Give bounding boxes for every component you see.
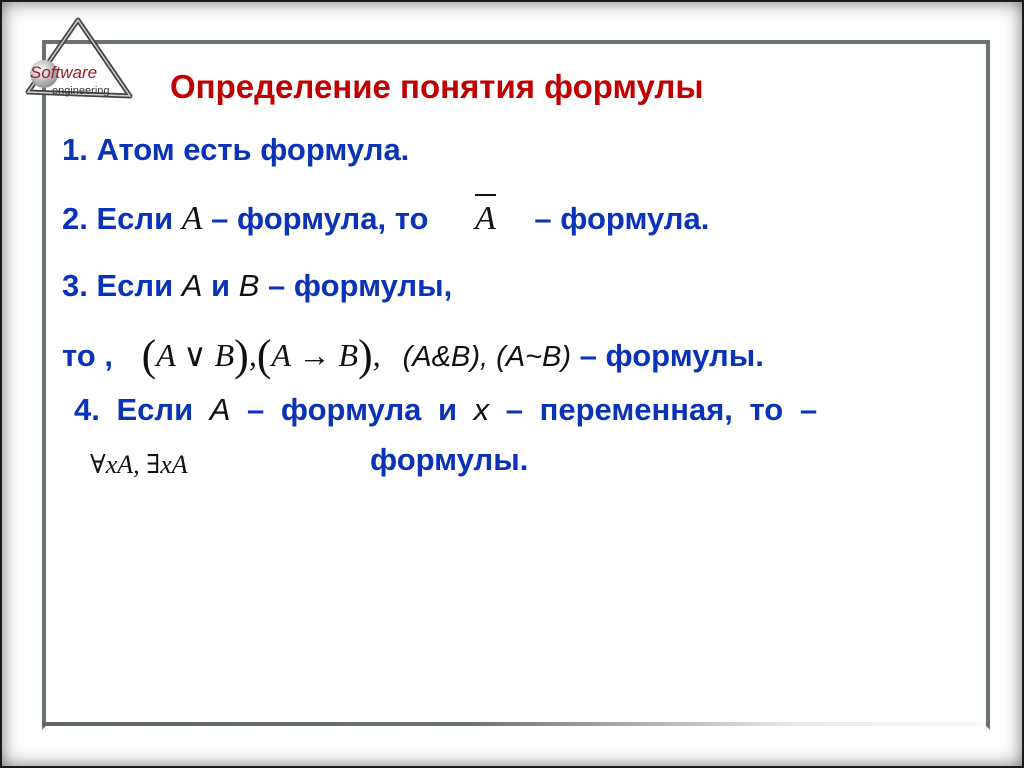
slide-title: Определение понятия формулы	[170, 68, 704, 105]
disjunction-text: A ∨ B	[156, 337, 235, 373]
item-2: 2. Если A – формула, то A – формула.	[62, 194, 710, 238]
item-3-prefix: 3. Если	[62, 268, 182, 303]
item-4-line-1: 4. Если A – формула и x – переменная, то…	[74, 392, 817, 428]
item-4-middle-1: – формула и	[230, 392, 474, 427]
item-3-var-a: A	[181, 268, 203, 303]
item-4-prefix: 4. Если	[74, 392, 210, 427]
formula-disjunction: (A ∨ B),	[141, 331, 257, 380]
item-4-var-a: A	[209, 392, 231, 427]
triangle-logo-icon: Software engineering	[25, 17, 133, 99]
logo-text-software: Software	[30, 63, 97, 82]
slide: Software engineering Определение понятия…	[2, 2, 1022, 766]
logo-text-engineering: engineering	[52, 85, 110, 97]
item-4-suffix: формулы.	[370, 442, 529, 477]
item-2-negation-a: A	[475, 194, 496, 237]
formula-conjunction-equivalence: (A&B), (A~B)	[402, 341, 572, 373]
implication-text: A → B	[271, 337, 358, 373]
item-2-suffix: – формула.	[525, 201, 710, 236]
software-engineering-logo: Software engineering	[22, 16, 142, 104]
item-2-middle: – формула, то	[202, 201, 438, 236]
item-3-line-2-prefix: то ,	[62, 338, 122, 373]
item-2-var-a: A	[181, 200, 203, 237]
item-3-and: и	[202, 268, 239, 303]
item-3-line-2: то , (A ∨ B),(A → B), (A&B), (A~B) – форм…	[62, 330, 764, 381]
formula-implication: (A → B),	[256, 331, 381, 380]
frame-bottom-edge	[42, 722, 990, 726]
item-3-line-1: 3. Если A и B – формулы,	[62, 268, 452, 304]
item-2-prefix: 2. Если	[62, 201, 182, 236]
item-4-var-x: x	[473, 392, 490, 427]
item-3-line-2-suffix: – формулы.	[571, 338, 764, 373]
item-1: 1. Атом есть формула.	[62, 132, 410, 167]
quantifier-formulas: ∀xA, ∃xA	[90, 450, 188, 479]
item-4-middle-2: – переменная, то –	[489, 392, 818, 427]
item-3-suffix: – формулы,	[259, 268, 453, 303]
item-3-var-b: B	[238, 268, 260, 303]
